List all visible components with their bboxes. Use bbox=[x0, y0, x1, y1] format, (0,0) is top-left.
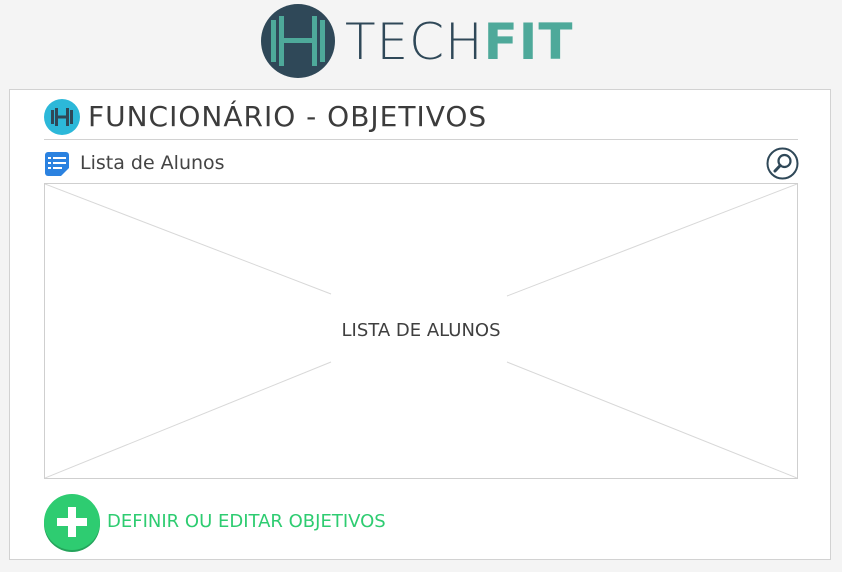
student-list-placeholder: LISTA DE ALUNOS bbox=[341, 320, 501, 341]
dumbbell-icon bbox=[44, 99, 80, 135]
logo-text-tech: TECH bbox=[345, 13, 484, 71]
logo-wordmark: TECH FIT bbox=[345, 12, 574, 72]
list-label: Lista de Alunos bbox=[80, 152, 225, 174]
logo-text-fit: FIT bbox=[483, 13, 574, 71]
plus-icon bbox=[57, 507, 87, 537]
add-objective-label[interactable]: DEFINIR OU EDITAR OBJETIVOS bbox=[107, 510, 386, 534]
title-divider bbox=[44, 139, 798, 140]
page-title: FUNCIONÁRIO - OBJETIVOS bbox=[88, 100, 488, 133]
student-list[interactable]: LISTA DE ALUNOS bbox=[44, 183, 798, 479]
add-objective-button[interactable] bbox=[44, 494, 100, 550]
search-icon[interactable] bbox=[766, 147, 799, 180]
logo-icon bbox=[261, 4, 335, 78]
list-icon bbox=[44, 151, 70, 177]
app-logo: TECH FIT bbox=[261, 4, 591, 78]
